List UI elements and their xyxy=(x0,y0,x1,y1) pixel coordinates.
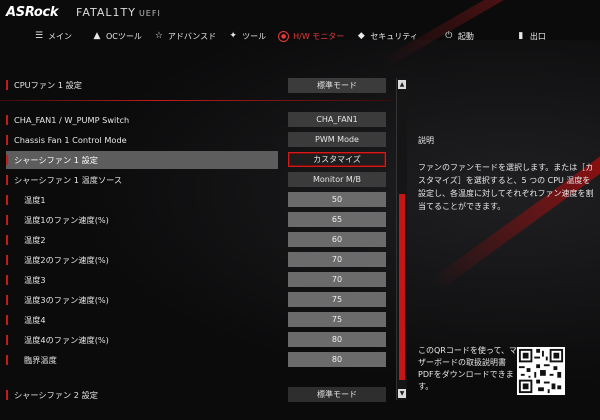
temp3-fan-speed-value[interactable]: 75 xyxy=(288,292,386,307)
star-icon: ☆ xyxy=(154,31,163,41)
main-nav: ☰ メイン ▲ OCツール ☆ アドバンスド ✦ ツール ● H/W モニター ◆ セキュリ… xyxy=(0,26,600,46)
scroll-down-arrow-icon[interactable]: ▼ xyxy=(398,389,406,398)
shield-icon: ◆ xyxy=(357,31,365,41)
tab-label: 出口 xyxy=(529,31,546,41)
temp1-fan-speed-value[interactable]: 65 xyxy=(288,212,386,227)
chassis-fan1-value[interactable]: カスタマイズ xyxy=(288,152,386,167)
tab-label: ツール xyxy=(242,31,267,41)
temp4-fan-speed-value[interactable]: 80 xyxy=(288,332,386,347)
row-marker xyxy=(6,315,8,325)
tab-exit[interactable]: ▮ 出口 xyxy=(510,26,552,46)
row-marker xyxy=(6,275,8,285)
help-description: ファンのファンモードを選択します。または［カスタマイズ］を選択すると、5 つの … xyxy=(418,163,594,211)
temp4-value[interactable]: 75 xyxy=(288,312,386,327)
series-name: FATAL1TY xyxy=(76,6,136,19)
tab-main[interactable]: ☰ メイン xyxy=(28,26,78,46)
tab-hw-monitor[interactable]: ● H/W モニター xyxy=(272,26,350,46)
help-panel: 説明 ファンのファンモードを選択します。または［カスタマイズ］を選択すると、5 … xyxy=(418,134,594,213)
cha-fan1-pump-value[interactable]: CHA_FAN1 xyxy=(288,112,386,127)
tab-label: アドバンスド xyxy=(167,31,217,41)
tab-tools[interactable]: ✦ ツール xyxy=(222,26,272,46)
row-marker xyxy=(6,335,8,345)
row-marker xyxy=(6,80,8,90)
top-bar: ASRock FATAL1TY UEFI xyxy=(0,0,600,28)
monitor-icon: ● xyxy=(278,30,290,42)
row-marker xyxy=(6,235,8,245)
uefi-label: UEFI xyxy=(138,9,161,18)
row-marker xyxy=(6,115,8,125)
temp3-value[interactable]: 70 xyxy=(288,272,386,287)
setting-label: シャーシファン 1 設定 xyxy=(14,155,98,165)
cpu-fan1-value[interactable]: 標準モード xyxy=(288,78,386,93)
row-marker xyxy=(6,390,8,400)
menu-icon: ☰ xyxy=(34,31,44,41)
row-marker xyxy=(6,135,8,145)
tab-security[interactable]: ◆ セキュリティ xyxy=(350,26,424,46)
row-marker xyxy=(6,155,8,165)
exit-icon: ▮ xyxy=(518,31,524,41)
critical-temp-value[interactable]: 80 xyxy=(288,352,386,367)
tab-label: メイン xyxy=(48,31,72,41)
tab-boot[interactable]: ⏻ 起動 xyxy=(438,26,480,46)
tab-label: OCツール xyxy=(106,31,142,41)
row-marker xyxy=(6,195,8,205)
section-divider xyxy=(0,100,392,101)
help-title: 説明 xyxy=(418,136,434,145)
scrollbar[interactable]: ▲ ▼ xyxy=(396,78,407,400)
power-icon: ⏻ xyxy=(445,31,453,41)
setting-chassis-fan1[interactable]: シャーシファン 1 設定 xyxy=(6,151,278,169)
fatal1ty-logo: FATAL1TY UEFI xyxy=(76,6,161,19)
scrollbar-thumb[interactable] xyxy=(399,194,405,380)
scroll-up-arrow-icon[interactable]: ▲ xyxy=(398,80,406,89)
chassis-fan1-mode-value[interactable]: PWM Mode xyxy=(288,132,386,147)
tab-label: H/W モニター xyxy=(293,31,345,41)
row-marker xyxy=(6,355,8,365)
row-marker xyxy=(6,295,8,305)
temp2-value[interactable]: 60 xyxy=(288,232,386,247)
row-marker xyxy=(6,215,8,225)
chassis-fan2-value[interactable]: 標準モード xyxy=(288,387,386,402)
temp2-fan-speed-value[interactable]: 70 xyxy=(288,252,386,267)
tab-oc-tools[interactable]: ▲ OCツール xyxy=(86,26,148,46)
temp1-value[interactable]: 50 xyxy=(288,192,386,207)
tab-label: セキュリティ xyxy=(370,31,418,41)
row-marker xyxy=(6,255,8,265)
qr-description: このQRコードを使って、マザーボードの取扱説明書PDFをダウンロードできます。 xyxy=(418,346,518,391)
flame-icon: ▲ xyxy=(93,31,101,41)
asrock-logo: ASRock xyxy=(6,5,59,20)
tab-label: 起動 xyxy=(457,31,474,41)
row-marker xyxy=(6,175,8,185)
tab-advanced[interactable]: ☆ アドバンスド xyxy=(148,26,222,46)
qr-code xyxy=(517,347,565,395)
temp-source-value[interactable]: Monitor M/B xyxy=(288,172,386,187)
wrench-icon: ✦ xyxy=(229,31,237,41)
